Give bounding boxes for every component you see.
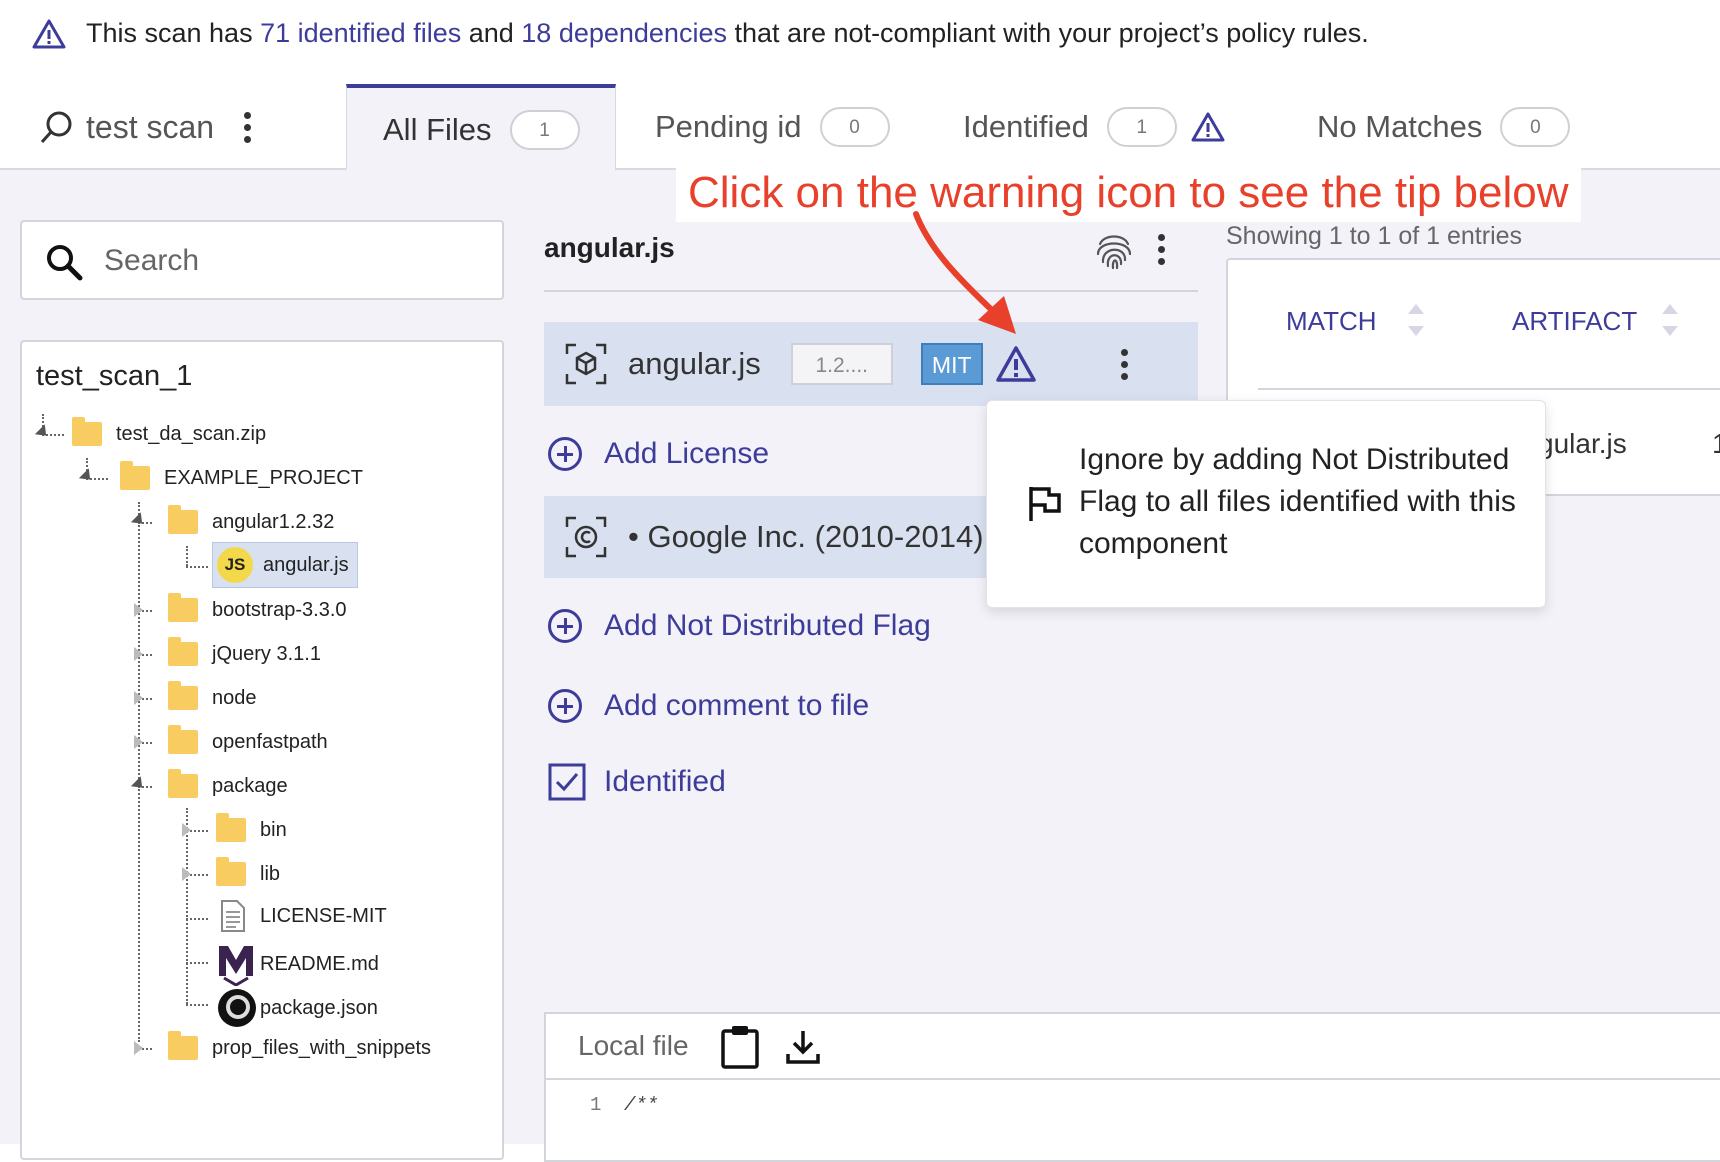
entries-count: Showing 1 to 1 of 1 entries [1226, 222, 1523, 250]
search-box [20, 220, 504, 300]
line-number: 1 [590, 1094, 602, 1116]
tree-node-folder[interactable]: angular1.2.32 [168, 504, 334, 540]
warning-icon[interactable] [995, 345, 1037, 383]
file-menu-icon[interactable] [1158, 234, 1165, 265]
code-line: /** [624, 1094, 659, 1116]
file-tree: test_scan_1 test_da_scan.zip EXAMPLE_PRO… [20, 340, 504, 1160]
scan-selector[interactable]: test scan [38, 84, 252, 170]
annotation-arrow-icon [913, 211, 1016, 334]
tree-node-file[interactable]: README.md [216, 942, 379, 986]
column-header-artifact[interactable]: ARTIFACT [1512, 306, 1637, 337]
divider [544, 290, 1198, 292]
local-file-panel: Local file 1 /** [544, 1012, 1720, 1162]
search-input[interactable] [102, 236, 486, 286]
banner-text: This scan has 71 identified files and 18… [86, 18, 1369, 48]
tree-node-folder[interactable]: bin [216, 812, 287, 848]
component-name: angular.js [628, 346, 761, 381]
folder-icon [168, 593, 198, 622]
tab-no-matches[interactable]: No Matches 0 [1317, 84, 1571, 170]
tooltip: Ignore by adding Not Distributed Flag to… [986, 400, 1546, 608]
identified-files-link[interactable]: 71 identified files [260, 18, 461, 48]
tooltip-text: Ignore by adding Not Distributed Flag to… [1079, 443, 1516, 560]
checkbox-checked-icon [548, 763, 586, 801]
component-box-icon [565, 343, 607, 385]
search-icon [47, 245, 83, 281]
flag-icon [1029, 487, 1061, 521]
scan-menu-icon[interactable] [244, 111, 252, 143]
download-icon[interactable] [784, 1028, 822, 1066]
json-file-icon [218, 989, 256, 1027]
tab-all-files[interactable]: All Files 1 [346, 84, 616, 172]
header-divider [1258, 388, 1720, 390]
sort-asc-icon[interactable] [1408, 304, 1424, 314]
tab-count-badge: 0 [1500, 107, 1571, 147]
sort-asc-icon[interactable] [1662, 304, 1678, 314]
divider [546, 1078, 1720, 1080]
warning-icon [32, 19, 66, 49]
text-file-icon [221, 900, 245, 932]
add-circle-icon [548, 689, 582, 723]
tree-node-folder[interactable]: EXAMPLE_PROJECT [120, 460, 363, 496]
tree-node-file-selected[interactable]: JS angular.js [212, 542, 358, 588]
tree-node-folder[interactable]: bootstrap-3.3.0 [168, 592, 347, 628]
tab-count-badge: 1 [1106, 107, 1177, 147]
file-title: angular.js [544, 232, 675, 263]
tab-count-badge: 0 [819, 107, 890, 147]
local-file-label: Local file [578, 1030, 689, 1061]
sort-desc-icon[interactable] [1408, 326, 1424, 336]
column-header-match[interactable]: MATCH [1286, 306, 1377, 337]
folder-icon [120, 461, 150, 490]
tab-pending-id[interactable]: Pending id 0 [655, 84, 890, 170]
markdown-file-icon [219, 946, 253, 986]
version-field[interactable]: 1.2.... [790, 343, 893, 385]
warning-icon[interactable] [1191, 111, 1225, 143]
tab-identified[interactable]: Identified 1 [963, 84, 1225, 170]
folder-icon [216, 857, 246, 886]
sort-desc-icon[interactable] [1662, 326, 1678, 336]
dependencies-link[interactable]: 18 dependencies [521, 18, 727, 48]
js-file-icon: JS [217, 547, 253, 583]
tree-node-folder[interactable]: lib [216, 856, 280, 892]
folder-icon [168, 1031, 198, 1060]
folder-icon [168, 681, 198, 710]
copyright-text: • Google Inc. (2010-2014) [628, 519, 984, 554]
folder-icon [168, 505, 198, 534]
tree-root: test_scan_1 [36, 360, 193, 392]
component-menu-icon[interactable] [1120, 348, 1128, 380]
folder-icon [216, 813, 246, 842]
folder-icon [168, 725, 198, 754]
identified-checkbox[interactable]: Identified [544, 756, 1198, 808]
table-cell-artifact: gular.js [1538, 428, 1627, 459]
tree-node-folder[interactable]: prop_files_with_snippets [168, 1030, 431, 1066]
scan-search-icon [40, 111, 72, 144]
folder-icon [168, 769, 198, 798]
table-cell: 1 [1712, 428, 1720, 459]
fingerprint-icon[interactable] [1094, 228, 1134, 272]
folder-icon [72, 417, 102, 446]
add-circle-icon [548, 609, 582, 643]
add-circle-icon [548, 437, 582, 471]
component-row[interactable]: angular.js 1.2.... MIT [544, 322, 1198, 406]
annotation-callout: Click on the warning icon to see the tip… [676, 168, 1581, 222]
tab-count-badge: 1 [509, 110, 580, 150]
folder-icon [168, 637, 198, 666]
add-comment-button[interactable]: Add comment to file [544, 680, 1198, 732]
tree-node-folder[interactable]: openfastpath [168, 724, 328, 760]
tree-node-folder[interactable]: package [168, 768, 288, 804]
clipboard-icon[interactable] [720, 1024, 760, 1070]
tree-node-file[interactable]: LICENSE-MIT [220, 898, 387, 934]
tree-node-folder[interactable]: jQuery 3.1.1 [168, 636, 321, 672]
tree-node-file[interactable]: package.json [216, 986, 378, 1030]
copyright-icon [565, 516, 607, 558]
tree-node-folder[interactable]: node [168, 680, 257, 716]
compliance-banner: This scan has 71 identified files and 18… [0, 0, 1720, 80]
scan-name: test scan [86, 108, 215, 145]
tree-node-folder[interactable]: test_da_scan.zip [72, 416, 266, 452]
